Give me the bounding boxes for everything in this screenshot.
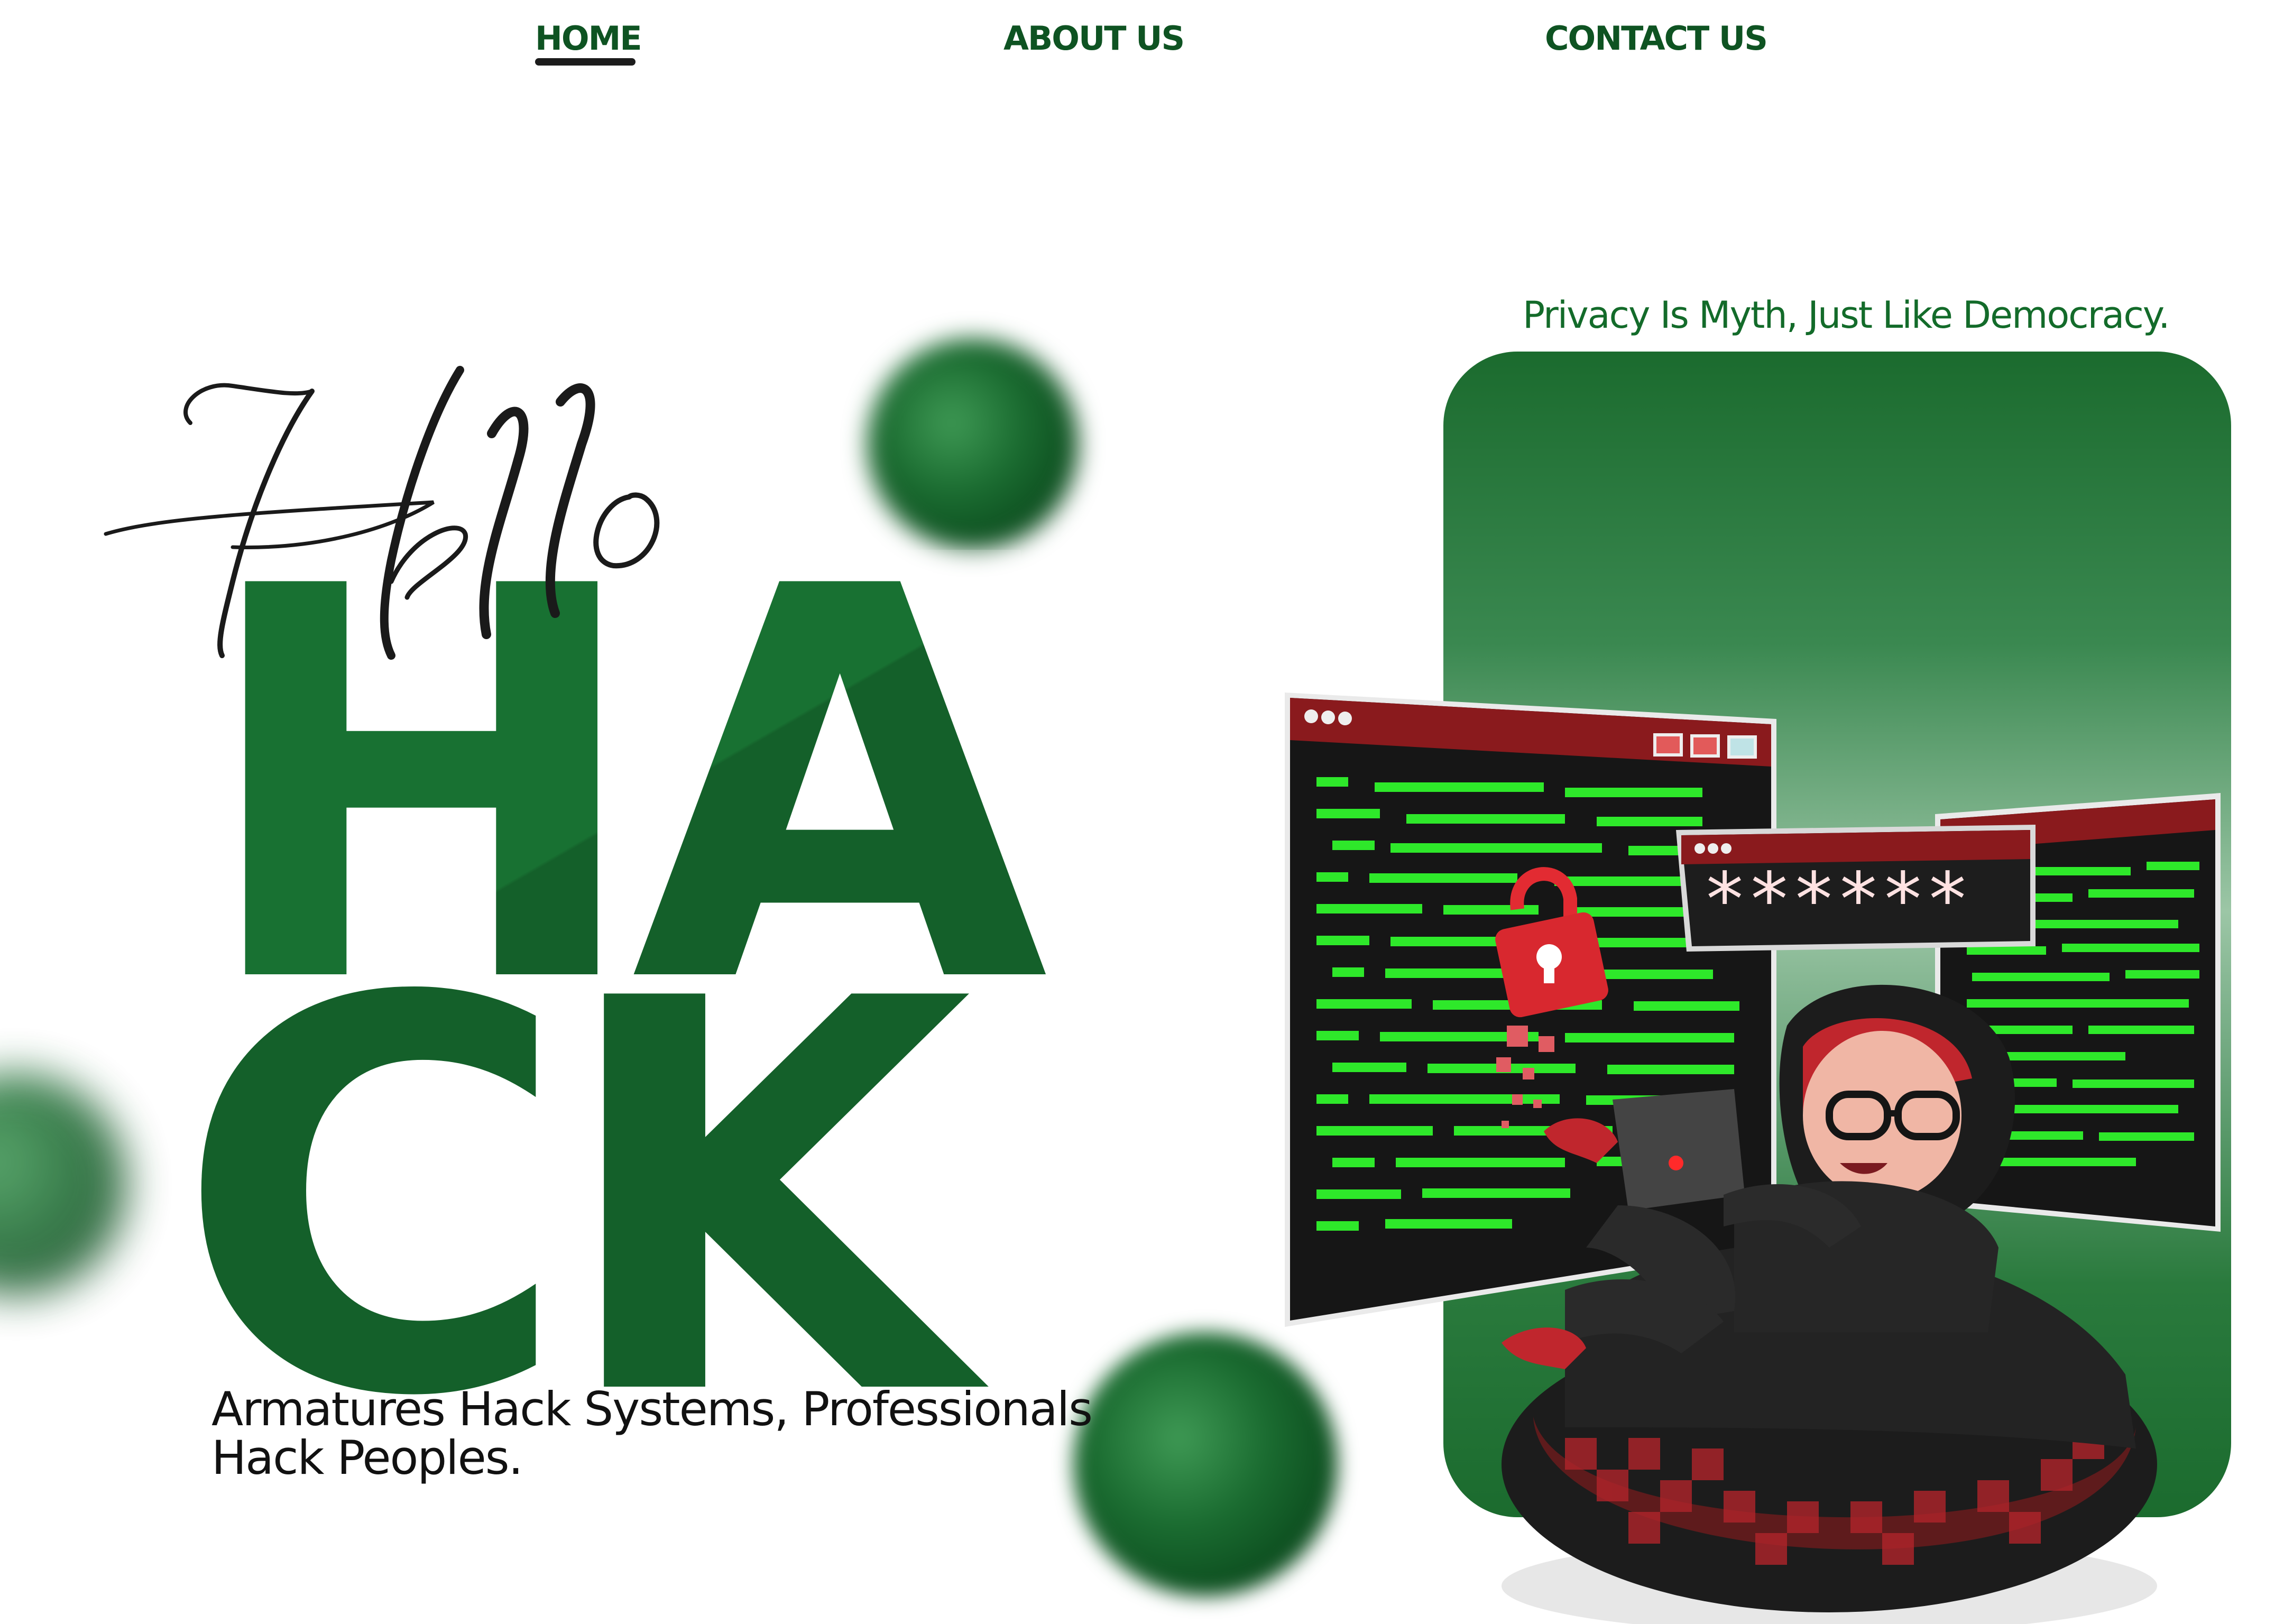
nav-home-link[interactable]: HOME	[535, 19, 642, 58]
hero-quote: Privacy Is Myth, Just Like Democracy.	[1523, 293, 2170, 337]
hacker-illustration: ******	[1285, 693, 2221, 1624]
nav-about-link[interactable]: ABOUT US	[1003, 19, 1185, 58]
decorative-sphere	[0, 1073, 127, 1295]
nav-active-underline	[535, 58, 636, 66]
hero-script-hello	[104, 366, 660, 660]
hero-tagline: Armatures Hack Systems, Professionals Ha…	[211, 1382, 1093, 1485]
password-mask-text: ******	[1702, 857, 1970, 943]
password-window: ******	[1676, 825, 2036, 952]
nav-contact-link[interactable]: CONTACT US	[1545, 19, 1768, 58]
